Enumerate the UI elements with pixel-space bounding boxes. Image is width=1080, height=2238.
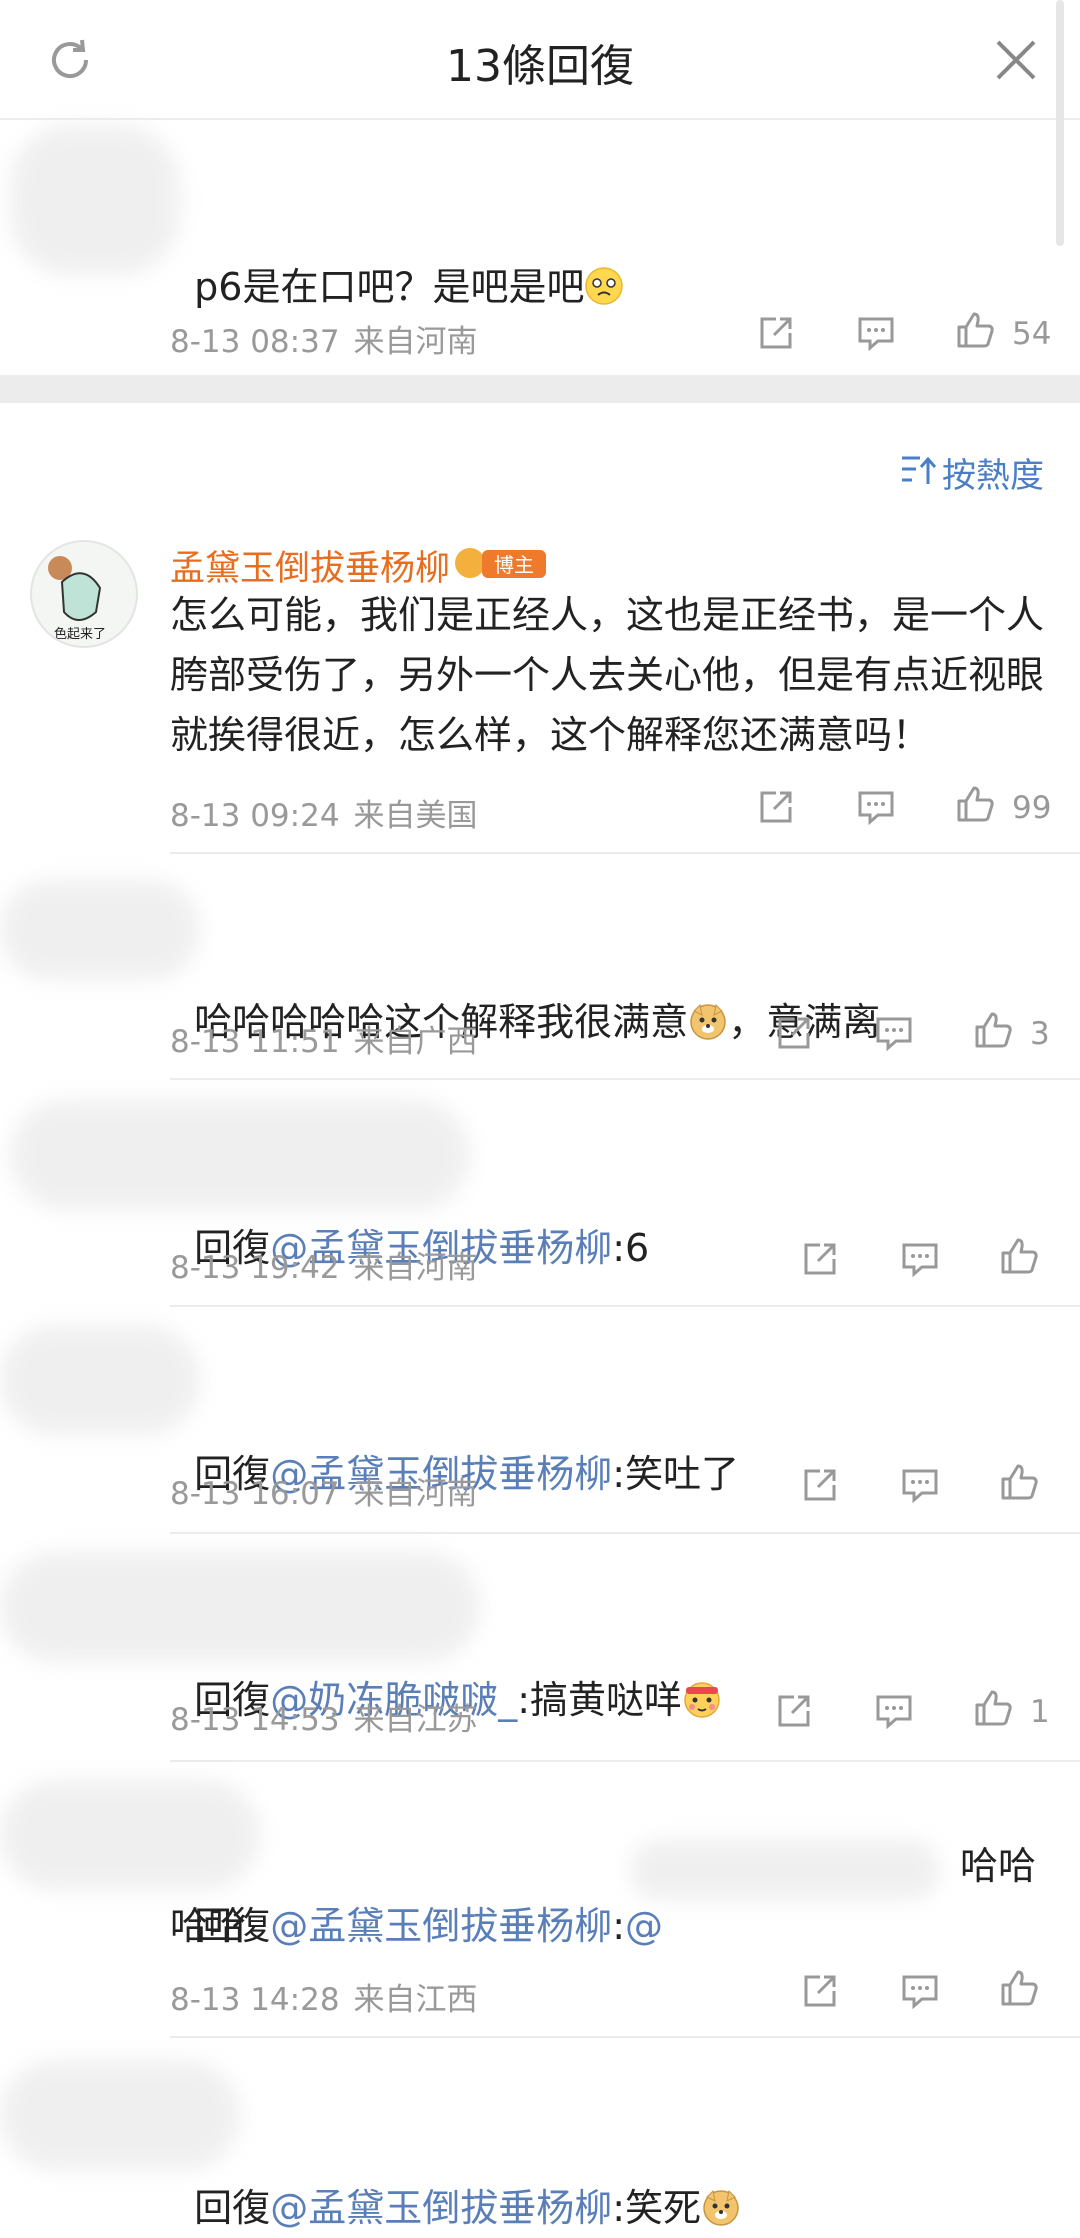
- comment-icon[interactable]: [900, 1239, 940, 1279]
- row-divider: [170, 1532, 1080, 1534]
- reply-tail-text: 哈哈: [960, 1844, 1037, 1888]
- reply-text: 回復@孟黛玉倒拔垂杨柳:@: [194, 1904, 664, 1948]
- page-title: 13條回復: [446, 41, 634, 92]
- username[interactable]: 孟黛玉倒拔垂杨柳: [170, 540, 450, 591]
- scrollbar[interactable]: [1056, 0, 1064, 246]
- reply-meta: 8-13 14:53 来自江苏: [170, 1702, 478, 1738]
- sort-icon[interactable]: [900, 454, 936, 488]
- like-count: 3: [1030, 1016, 1050, 1052]
- comment-icon[interactable]: [856, 313, 896, 353]
- comment-icon[interactable]: [874, 1013, 914, 1053]
- row-divider: [170, 2036, 1080, 2038]
- section-divider: [0, 375, 1080, 403]
- like-icon[interactable]: [955, 784, 995, 824]
- comment-icon[interactable]: [874, 1691, 914, 1731]
- like-icon[interactable]: [999, 1968, 1039, 2008]
- mention-link[interactable]: @孟黛玉倒拔垂杨柳: [270, 1904, 612, 1948]
- reply-meta: 8-13 16:07 来自河南: [170, 1476, 478, 1512]
- pleading-face-emoji-icon: [585, 267, 624, 305]
- reply-meta: 8-13 11:51 来自广西: [170, 1024, 478, 1060]
- share-icon[interactable]: [756, 313, 796, 353]
- reply-meta: 8-13 19:42 来自河南: [170, 1250, 478, 1286]
- like-count: 99: [1012, 790, 1052, 826]
- close-icon[interactable]: [990, 34, 1042, 86]
- reply-tail-text-2: 哈哈: [170, 1904, 247, 1948]
- comment-icon[interactable]: [900, 1465, 940, 1505]
- share-icon[interactable]: [774, 1691, 814, 1731]
- like-icon[interactable]: [955, 310, 995, 350]
- avatar-caption: 色起来了: [54, 626, 106, 642]
- like-icon[interactable]: [973, 1688, 1013, 1728]
- top-comment-meta: 8-13 08:37 来自河南: [170, 324, 478, 360]
- mention-link-redacted[interactable]: @: [625, 1904, 663, 1948]
- row-divider: [170, 852, 1080, 854]
- like-count: 54: [1012, 316, 1052, 352]
- comment-icon[interactable]: [900, 1971, 940, 2011]
- comment-icon[interactable]: [856, 787, 896, 827]
- share-icon[interactable]: [800, 1971, 840, 2011]
- avatar[interactable]: 色起来了: [30, 540, 138, 648]
- like-icon[interactable]: [973, 1010, 1013, 1050]
- reply-meta: 8-13 14:28 来自江西: [170, 1982, 478, 2018]
- row-divider: [170, 1760, 1080, 1762]
- row-divider: [170, 1305, 1080, 1307]
- top-comment-text: p6是在口吧？是吧是吧: [170, 197, 624, 317]
- blogger-badge: 博主: [455, 548, 546, 578]
- blushing-emoji-icon: [684, 1682, 720, 1718]
- like-count: 1: [1030, 1694, 1050, 1730]
- reply-header: 13條回復: [0, 0, 1080, 120]
- svg-text:博主: 博主: [494, 553, 534, 577]
- main-comment-meta: 8-13 09:24 来自美国: [170, 798, 478, 834]
- share-icon[interactable]: [774, 1013, 814, 1053]
- share-icon[interactable]: [800, 1465, 840, 1505]
- mention-link[interactable]: @孟黛玉倒拔垂杨柳: [270, 2186, 612, 2230]
- reply-text: 回復@孟黛玉倒拔垂杨柳:笑死: [170, 2118, 741, 2238]
- sort-by-hot-button[interactable]: 按熱度: [942, 448, 1044, 497]
- avatar-illustration-icon: 色起来了: [48, 556, 106, 642]
- like-icon[interactable]: [999, 1462, 1039, 1502]
- redacted-avatar: [10, 125, 180, 275]
- main-comment-text: 怎么可能，我们是正经人，这也是正经书，是一个人胯部受伤了，另外一个人去关心他，但…: [170, 593, 1045, 757]
- share-icon[interactable]: [756, 787, 796, 827]
- doge-emoji-icon: [703, 2189, 739, 2226]
- row-divider: [170, 1078, 1080, 1080]
- share-icon[interactable]: [800, 1239, 840, 1279]
- doge-emoji-icon: [690, 1003, 726, 1040]
- like-icon[interactable]: [999, 1236, 1039, 1276]
